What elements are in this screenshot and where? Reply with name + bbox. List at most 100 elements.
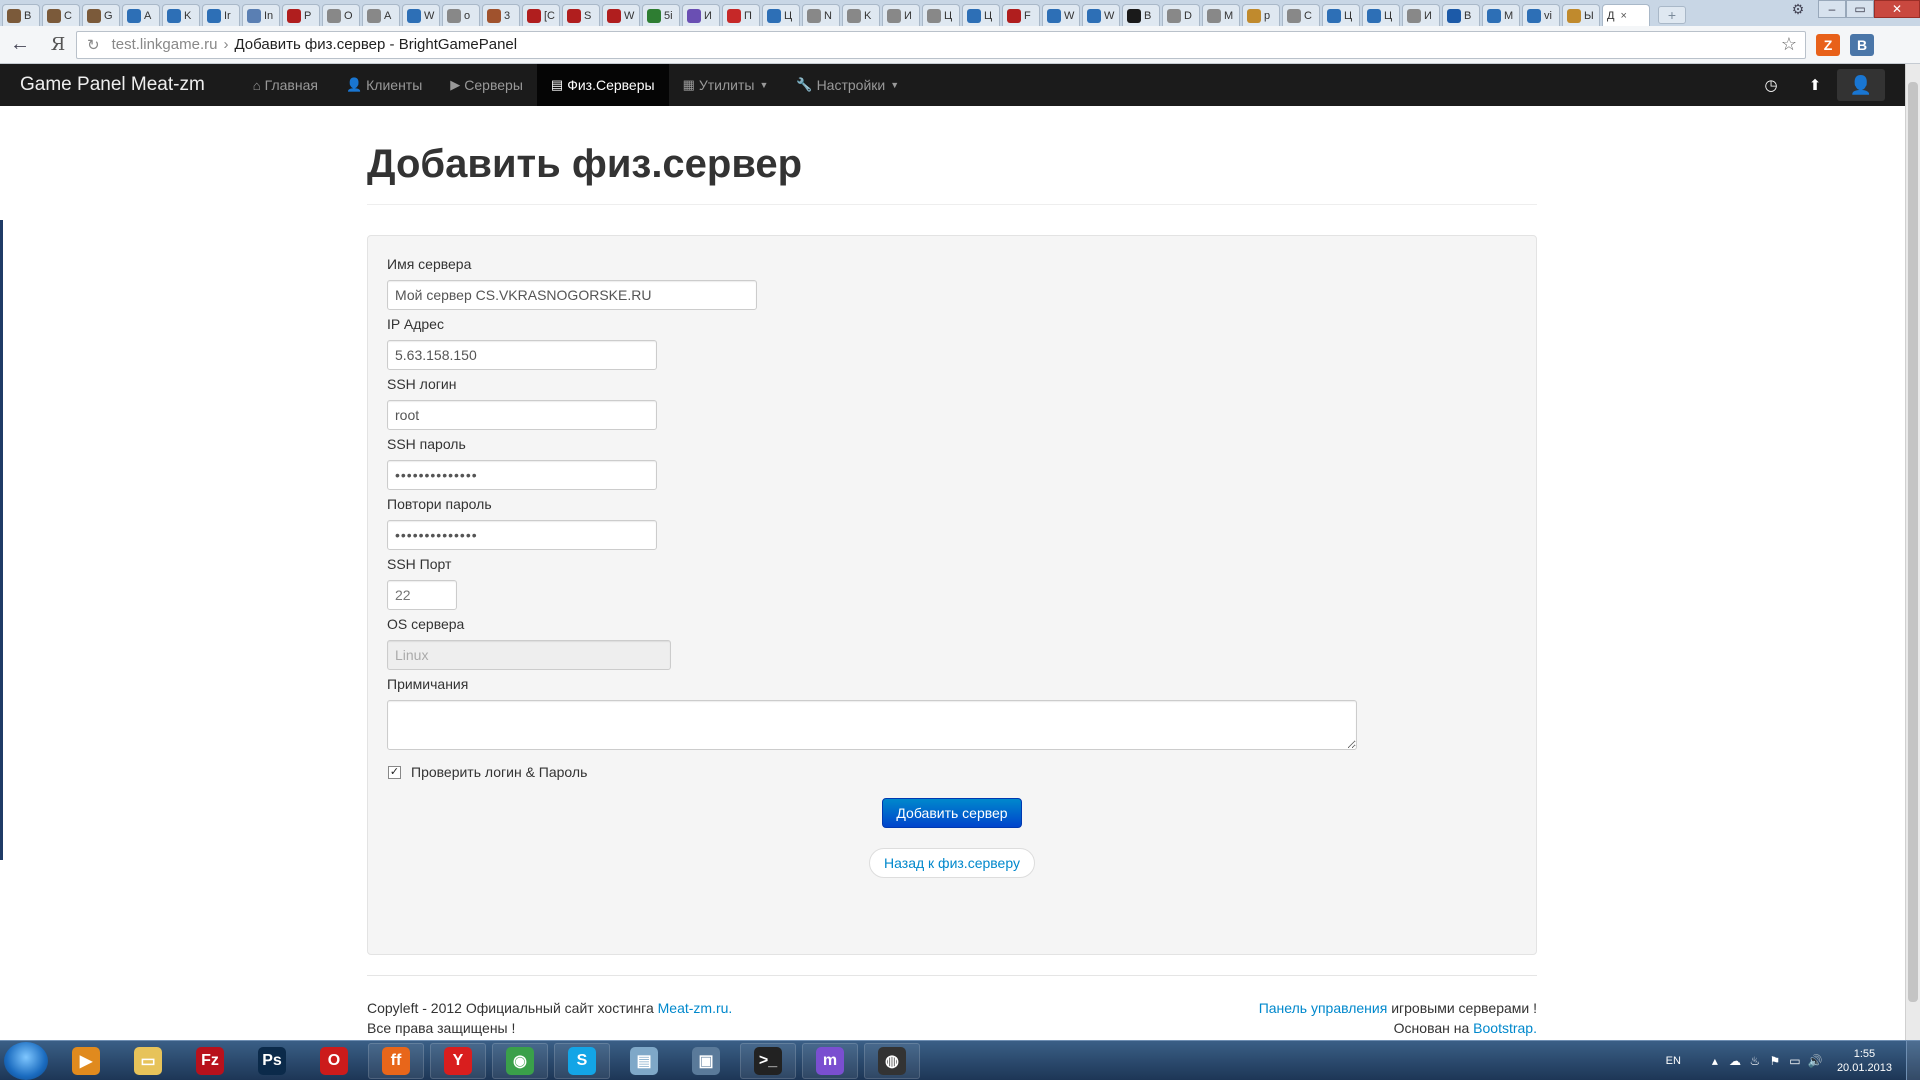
show-desktop-button[interactable]: [1906, 1040, 1920, 1080]
url-input[interactable]: ↻ test.linkgame.ru › Добавить физ.сервер…: [76, 30, 1806, 59]
browser-tab[interactable]: И: [1402, 4, 1440, 26]
volume-icon[interactable]: 🔊: [1805, 1054, 1825, 1068]
browser-tab[interactable]: o: [442, 4, 480, 26]
taskbar-firefox-button[interactable]: ff: [368, 1042, 424, 1079]
browser-tab[interactable]: Ц: [1322, 4, 1360, 26]
browser-tab[interactable]: B: [1122, 4, 1160, 26]
taskbar-photoshop-button[interactable]: Ps: [244, 1043, 300, 1079]
browser-tab[interactable]: Ir: [202, 4, 240, 26]
browser-tab[interactable]: C: [1282, 4, 1320, 26]
browser-tab[interactable]: K: [162, 4, 200, 26]
action-center-flag-icon[interactable]: ⚑: [1765, 1054, 1785, 1068]
close-tab-icon[interactable]: ×: [1620, 10, 1626, 22]
browser-tab[interactable]: W: [602, 4, 640, 26]
taskbar-media-player-button[interactable]: ▶: [58, 1043, 114, 1079]
browser-tab[interactable]: Ы: [1562, 4, 1600, 26]
back-icon[interactable]: ←: [0, 33, 40, 56]
verify-login-checkbox[interactable]: ✓: [388, 765, 401, 779]
brand-link[interactable]: Game Panel Meat-zm: [0, 74, 225, 96]
user-menu-icon[interactable]: 👤: [1837, 69, 1885, 101]
browser-tab[interactable]: И: [682, 4, 720, 26]
start-button[interactable]: [4, 1041, 48, 1080]
ssh-port-input[interactable]: [387, 580, 457, 610]
browser-tab[interactable]: B: [1442, 4, 1480, 26]
browser-tab[interactable]: P: [282, 4, 320, 26]
control-panel-link[interactable]: Панель управления: [1259, 1000, 1388, 1016]
browser-tab[interactable]: [C: [522, 4, 560, 26]
steam-tray-icon[interactable]: ♨: [1745, 1054, 1765, 1068]
browser-tab[interactable]: p: [1242, 4, 1280, 26]
nav-item-utilities[interactable]: ▦ Утилиты ▼: [669, 64, 783, 106]
ip-input[interactable]: [387, 340, 657, 370]
browser-tab[interactable]: O: [322, 4, 360, 26]
page-scrollbar[interactable]: [1905, 64, 1920, 1040]
nav-item-home[interactable]: ⌂ Главная: [239, 64, 332, 106]
browser-tab[interactable]: Ц: [1362, 4, 1400, 26]
browser-tab[interactable]: W: [1082, 4, 1120, 26]
browser-tab[interactable]: M: [1202, 4, 1240, 26]
taskbar-filezilla-button[interactable]: Fz: [182, 1043, 238, 1079]
extension-vk-icon[interactable]: B: [1850, 33, 1874, 56]
settings-icon[interactable]: ⚙: [1778, 0, 1818, 20]
yandex-icon[interactable]: Я: [40, 34, 76, 55]
nav-item-clients[interactable]: 👤 Клиенты: [332, 64, 436, 106]
network-icon[interactable]: ▭: [1785, 1054, 1805, 1068]
taskbar-chrome-button[interactable]: ◉: [492, 1042, 548, 1079]
maximize-button[interactable]: ▭: [1846, 0, 1874, 18]
browser-tab[interactable]: A: [362, 4, 400, 26]
taskbar-notepad-button[interactable]: ▤: [616, 1043, 672, 1079]
clock-icon[interactable]: ◷: [1749, 76, 1793, 94]
taskbar-yandex-button[interactable]: Y: [430, 1042, 486, 1079]
browser-tab[interactable]: D: [1162, 4, 1200, 26]
nav-item-physical-servers[interactable]: ▤ Физ.Серверы: [536, 64, 669, 106]
browser-tab[interactable]: И: [882, 4, 920, 26]
browser-tab[interactable]: Ц: [762, 4, 800, 26]
browser-tab[interactable]: G: [82, 4, 120, 26]
browser-tab-active[interactable]: Д ×: [1602, 4, 1650, 26]
browser-tab[interactable]: In: [242, 4, 280, 26]
browser-tab[interactable]: S: [562, 4, 600, 26]
taskbar-skype-button[interactable]: S: [554, 1042, 610, 1079]
clock[interactable]: 1:55 20.01.2013: [1837, 1047, 1892, 1075]
browser-tab[interactable]: vi: [1522, 4, 1560, 26]
scrollbar-thumb[interactable]: [1908, 82, 1918, 1002]
browser-tab[interactable]: A: [122, 4, 160, 26]
extension-z-icon[interactable]: Z: [1816, 33, 1840, 56]
verify-login-label[interactable]: Проверить логин & Пароль: [411, 764, 587, 780]
browser-tab[interactable]: F: [1002, 4, 1040, 26]
bootstrap-link[interactable]: Bootstrap.: [1473, 1020, 1537, 1036]
taskbar-steam-button[interactable]: ◍: [864, 1042, 920, 1079]
server-name-input[interactable]: [387, 280, 757, 310]
meat-zm-link[interactable]: Meat-zm.ru.: [658, 1000, 733, 1016]
browser-tab[interactable]: C: [42, 4, 80, 26]
ssh-login-input[interactable]: [387, 400, 657, 430]
browser-tab[interactable]: W: [1042, 4, 1080, 26]
nav-item-servers[interactable]: ▶ Серверы: [436, 64, 537, 106]
bookmark-star-icon[interactable]: ☆: [1781, 34, 1797, 55]
cloud-icon[interactable]: ☁: [1725, 1054, 1745, 1068]
browser-tab[interactable]: W: [402, 4, 440, 26]
browser-tab[interactable]: 5i: [642, 4, 680, 26]
add-server-button[interactable]: Добавить сервер: [882, 798, 1022, 828]
minimize-button[interactable]: –: [1818, 0, 1846, 18]
browser-tab[interactable]: B: [2, 4, 40, 26]
taskbar-explorer-button[interactable]: ▭: [120, 1043, 176, 1079]
notes-textarea[interactable]: [387, 700, 1357, 750]
browser-tab[interactable]: 3: [482, 4, 520, 26]
language-indicator[interactable]: EN: [1666, 1055, 1681, 1067]
ssh-password-input[interactable]: [387, 460, 657, 490]
browser-tab[interactable]: M: [1482, 4, 1520, 26]
back-to-servers-button[interactable]: Назад к физ.серверу: [869, 848, 1035, 878]
nav-item-settings[interactable]: 🔧 Настройки ▼: [782, 64, 913, 106]
show-hidden-icons-icon[interactable]: ▴: [1705, 1054, 1725, 1068]
browser-tab[interactable]: Ц: [922, 4, 960, 26]
close-window-button[interactable]: ✕: [1874, 0, 1920, 18]
taskbar-app-m-button[interactable]: m: [802, 1042, 858, 1079]
verify-login-checkbox-row[interactable]: ✓ Проверить логин & Пароль: [387, 764, 1517, 780]
new-tab-button[interactable]: +: [1658, 6, 1686, 24]
repeat-password-input[interactable]: [387, 520, 657, 550]
browser-tab[interactable]: N: [802, 4, 840, 26]
browser-tab[interactable]: Ц: [962, 4, 1000, 26]
browser-tab[interactable]: П: [722, 4, 760, 26]
browser-tab[interactable]: K: [842, 4, 880, 26]
